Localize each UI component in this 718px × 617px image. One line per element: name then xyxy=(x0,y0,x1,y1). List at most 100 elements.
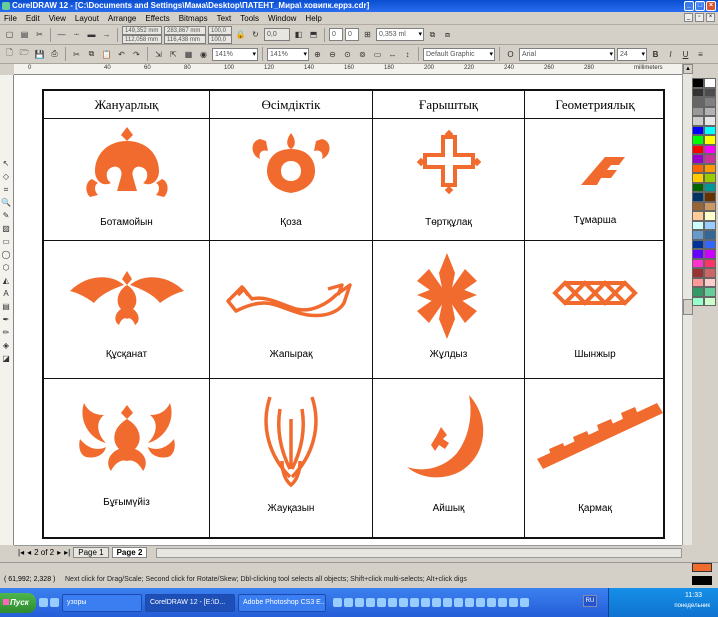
line-style-icon[interactable]: — xyxy=(55,28,68,41)
palette-swatch[interactable] xyxy=(704,154,716,164)
palette-swatch[interactable] xyxy=(704,144,716,154)
palette-swatch[interactable] xyxy=(692,173,704,183)
palette-swatch[interactable] xyxy=(692,192,704,202)
prev-page-icon[interactable]: ◂ xyxy=(27,548,31,557)
open-icon[interactable]: ▤ xyxy=(18,28,31,41)
menu-view[interactable]: View xyxy=(49,14,66,23)
width-field[interactable]: 283,867 mm xyxy=(164,25,206,35)
cell-karmak[interactable]: Қармақ xyxy=(525,379,665,539)
zoom-selected-icon[interactable]: ⊙ xyxy=(341,48,354,61)
app-icon[interactable] xyxy=(465,598,474,607)
palette-swatch[interactable] xyxy=(704,192,716,202)
palette-swatch[interactable] xyxy=(692,268,704,278)
cell-zhaukazyn[interactable]: Жауқазын xyxy=(210,379,373,539)
cell-shynzhyr[interactable]: Шынжыр xyxy=(525,241,665,379)
app-icon[interactable] xyxy=(410,598,419,607)
next-page-icon[interactable]: ▸ xyxy=(57,548,61,557)
menu-arrange[interactable]: Arrange xyxy=(108,14,136,23)
palette-swatch[interactable] xyxy=(704,173,716,183)
angle-field[interactable]: 0,0 xyxy=(264,28,290,41)
palette-swatch[interactable] xyxy=(692,125,704,135)
thick-line-icon[interactable]: ▬ xyxy=(85,28,98,41)
basic-shapes-icon[interactable]: ◭ xyxy=(0,275,12,287)
outline-width-field[interactable]: 0,353 ml xyxy=(376,28,424,41)
palette-swatch[interactable] xyxy=(692,220,704,230)
rotate-icon[interactable]: ↻ xyxy=(249,28,262,41)
wrap-icon[interactable]: ⊞ xyxy=(361,28,374,41)
export-icon[interactable]: ⇱ xyxy=(167,48,180,61)
tab-page-1[interactable]: Page 1 xyxy=(73,547,109,558)
new-document-icon[interactable]: 🗋 xyxy=(3,48,16,61)
lock-ratio-icon[interactable]: 🔒 xyxy=(234,28,247,41)
align-icon[interactable]: ≡ xyxy=(694,48,707,61)
to-front-icon[interactable]: ⧉ xyxy=(426,28,439,41)
zoom-width-icon[interactable]: ↔ xyxy=(386,48,399,61)
tab-page-2[interactable]: Page 2 xyxy=(111,547,148,558)
interactive-tool-icon[interactable]: ▤ xyxy=(0,301,12,313)
cut-icon[interactable]: ✂ xyxy=(33,28,46,41)
language-indicator[interactable]: RU xyxy=(583,595,597,607)
app-icon[interactable] xyxy=(476,598,485,607)
palette-swatch[interactable] xyxy=(704,182,716,192)
palette-swatch[interactable] xyxy=(704,97,716,107)
palette-swatch[interactable] xyxy=(704,211,716,221)
save-icon[interactable]: 💾 xyxy=(33,48,46,61)
palette-swatch[interactable] xyxy=(692,135,704,145)
palette-swatch[interactable] xyxy=(704,249,716,259)
palette-swatch[interactable] xyxy=(692,106,704,116)
menu-layout[interactable]: Layout xyxy=(75,14,99,23)
zoom-page-icon[interactable]: ▭ xyxy=(371,48,384,61)
palette-swatch[interactable] xyxy=(692,287,704,297)
palette-swatch[interactable] xyxy=(704,277,716,287)
outline-color-swatch[interactable] xyxy=(692,576,712,585)
app-icon[interactable] xyxy=(432,598,441,607)
task-coreldraw[interactable]: CorelDRAW 12 - [E:\D... xyxy=(145,593,235,612)
scale-x-field[interactable]: 100,0 xyxy=(208,25,232,35)
cell-aishyk[interactable]: Айшық xyxy=(373,379,525,539)
minimize-button[interactable]: _ xyxy=(684,1,694,11)
menu-window[interactable]: Window xyxy=(268,14,296,23)
desktop-icon[interactable] xyxy=(50,598,59,607)
palette-swatch[interactable] xyxy=(692,277,704,287)
zoom-levels-select[interactable]: 141% xyxy=(267,47,309,61)
palette-swatch[interactable] xyxy=(704,125,716,135)
paste-icon[interactable]: 📋 xyxy=(100,48,113,61)
app-icon[interactable] xyxy=(344,598,353,607)
smart-fill-icon[interactable]: ▨ xyxy=(0,223,12,235)
menu-file[interactable]: File xyxy=(4,14,17,23)
eyedropper-tool-icon[interactable]: ✒ xyxy=(0,314,12,326)
palette-swatch[interactable] xyxy=(704,287,716,297)
mirror-v-icon[interactable]: ⬒ xyxy=(307,28,320,41)
app-icon[interactable] xyxy=(520,598,529,607)
last-page-icon[interactable]: ▸| xyxy=(64,548,70,557)
menu-help[interactable]: Help xyxy=(305,14,321,23)
color-palette[interactable] xyxy=(692,78,716,553)
ie-icon[interactable] xyxy=(39,598,48,607)
cell-zhuldyz[interactable]: Жұлдыз xyxy=(373,241,525,379)
menu-bitmaps[interactable]: Bitmaps xyxy=(179,14,208,23)
print-icon[interactable]: ⎙ xyxy=(48,48,61,61)
palette-swatch[interactable] xyxy=(692,116,704,126)
palette-swatch[interactable] xyxy=(692,239,704,249)
palette-swatch[interactable] xyxy=(692,249,704,259)
app-icon[interactable] xyxy=(388,598,397,607)
app-icon[interactable] xyxy=(333,598,342,607)
start-arrow-field[interactable]: 0 xyxy=(329,28,343,41)
zoom-level-select[interactable]: 141% xyxy=(212,47,258,61)
menu-edit[interactable]: Edit xyxy=(26,14,40,23)
zoom-tool-icon[interactable]: 🔍 xyxy=(0,197,12,209)
dash-style-icon[interactable]: ┄ xyxy=(70,28,83,41)
palette-swatch[interactable] xyxy=(692,296,704,306)
palette-swatch[interactable] xyxy=(692,163,704,173)
shape-tool-icon[interactable]: ◇ xyxy=(0,171,12,183)
italic-icon[interactable]: I xyxy=(664,48,677,61)
underline-icon[interactable]: U xyxy=(679,48,692,61)
font-family-select[interactable]: Arial xyxy=(519,47,615,61)
cell-tumarsha[interactable]: Тұмарша xyxy=(525,119,665,241)
redo-icon[interactable]: ↷ xyxy=(130,48,143,61)
palette-swatch[interactable] xyxy=(692,154,704,164)
palette-swatch[interactable] xyxy=(704,268,716,278)
palette-swatch[interactable] xyxy=(692,258,704,268)
interactive-fill-icon[interactable]: ◪ xyxy=(0,353,12,365)
app-icon[interactable] xyxy=(443,598,452,607)
